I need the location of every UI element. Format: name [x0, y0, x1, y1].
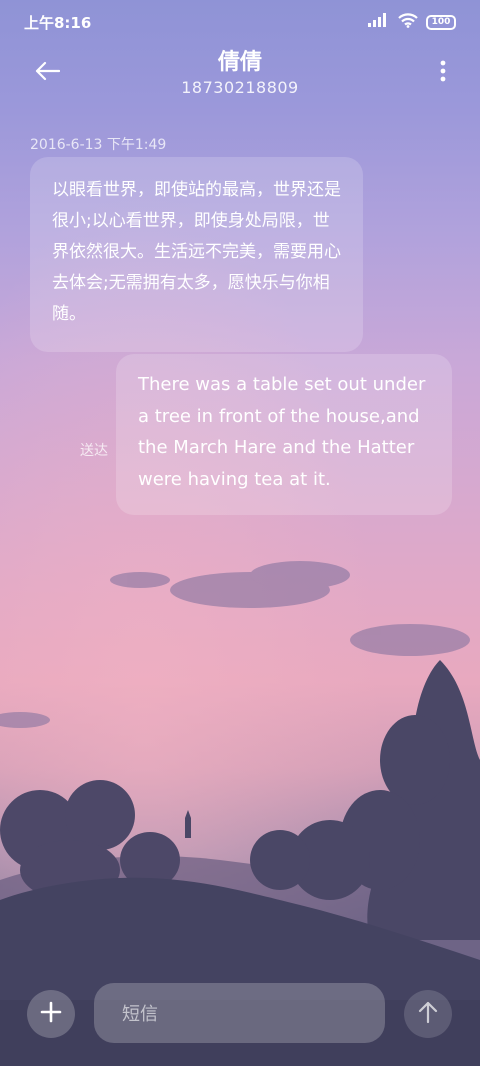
conversation-header: 倩倩 18730218809 [0, 44, 480, 108]
more-vertical-icon [440, 60, 446, 86]
sms-input[interactable]: 短信 [94, 983, 385, 1043]
outgoing-message-text: There was a table set out under a tree i… [138, 374, 426, 490]
status-icons: 100 [368, 12, 456, 32]
sms-input-placeholder: 短信 [122, 1004, 158, 1025]
contact-number: 18730218809 [181, 78, 299, 97]
outgoing-message-bubble[interactable]: There was a table set out under a tree i… [116, 354, 452, 515]
status-time: 上午8:16 [24, 13, 92, 32]
battery-indicator: 100 [426, 14, 456, 30]
incoming-message-bubble[interactable]: 以眼看世界，即使站的最高，世界还是很小;以心看世界，即使身处局限，世界依然很大。… [30, 157, 363, 352]
send-button[interactable] [404, 990, 452, 1038]
status-bar: 上午8:16 100 [0, 0, 480, 44]
wifi-icon [398, 12, 418, 32]
add-attachment-button[interactable] [27, 990, 75, 1038]
signal-bars-icon [368, 13, 390, 31]
send-arrow-icon [417, 1000, 439, 1028]
delivery-status: 送达 [80, 443, 108, 459]
plus-icon [40, 1001, 62, 1027]
contact-name: 倩倩 [217, 50, 262, 75]
incoming-message-text: 以眼看世界，即使站的最高，世界还是很小;以心看世界，即使身处局限，世界依然很大。… [52, 180, 341, 324]
more-options-button[interactable] [436, 56, 450, 90]
message-timestamp: 2016-6-13 下午1:49 [30, 137, 167, 153]
